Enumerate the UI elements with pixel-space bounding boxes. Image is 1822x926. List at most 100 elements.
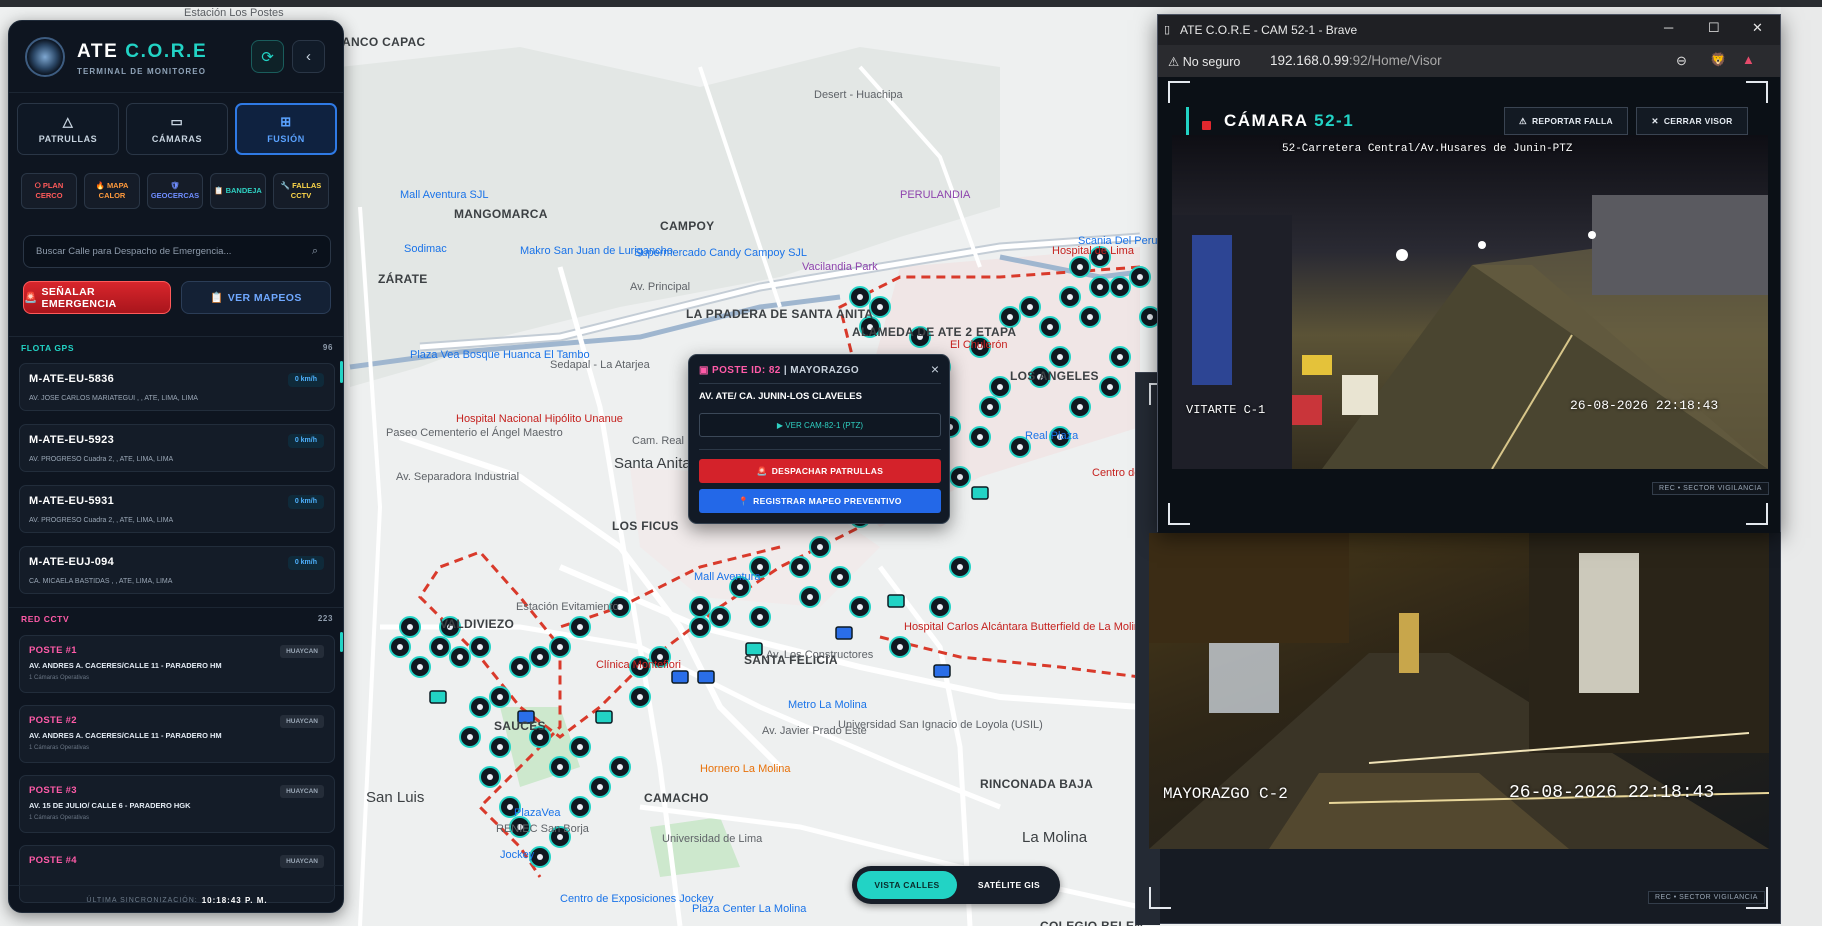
- camera-marker[interactable]: [929, 596, 951, 618]
- view-mappings-button[interactable]: 📋 VER MAPEOS: [181, 281, 331, 314]
- camera-marker[interactable]: [989, 376, 1011, 398]
- camera-marker[interactable]: [949, 556, 971, 578]
- fleet-vehicle-card[interactable]: M-ATE-EU-5923 0 km/h AV. PROGRESO Cuadra 2…: [19, 424, 335, 472]
- camera-marker[interactable]: [449, 646, 471, 668]
- camera-marker[interactable]: [809, 536, 831, 558]
- camera-marker[interactable]: [1109, 276, 1131, 298]
- camera-marker[interactable]: [409, 656, 431, 678]
- camera-video-feed[interactable]: MAYORAZGO C-2 26-08-2026 22:18:43: [1149, 533, 1769, 849]
- satellite-view-button[interactable]: SATÉLITE GIS: [962, 871, 1056, 899]
- camera-marker[interactable]: [749, 606, 771, 628]
- address-bar[interactable]: ⚠ No seguro 192.168.0.99:92/Home/Visor ⊖…: [1158, 45, 1780, 77]
- not-secure-indicator[interactable]: ⚠ No seguro: [1168, 54, 1240, 69]
- brave-shield-icon[interactable]: 🦁: [1710, 52, 1726, 68]
- camera-video-feed[interactable]: 52-Carretera Central/Av.Husares de Junin…: [1172, 135, 1768, 469]
- minimize-icon[interactable]: ─: [1664, 20, 1673, 35]
- camera-marker[interactable]: [429, 636, 451, 658]
- fleet-vehicle-card[interactable]: M-ATE-EU-5836 0 km/h AV. JOSE CARLOS MARIA…: [19, 363, 335, 411]
- search-input[interactable]: Buscar Calle para Despacho de Emergencia…: [23, 235, 331, 268]
- camera-marker[interactable]: [529, 646, 551, 668]
- url-text[interactable]: 192.168.0.99:92/Home/Visor: [1270, 53, 1442, 68]
- tool-chip[interactable]: 🔧 FALLAS CCTV: [273, 173, 329, 209]
- patrol-vehicle-marker[interactable]: [835, 626, 853, 640]
- cctv-scrollbar[interactable]: [340, 632, 343, 652]
- camera-marker[interactable]: [709, 606, 731, 628]
- camera-marker[interactable]: [1059, 286, 1081, 308]
- emergency-button[interactable]: 🚨 SEÑALAR EMERGENCIA: [23, 281, 171, 314]
- cctv-post-card[interactable]: POSTE #2 HUAYCAN AV. ANDRES A. CACERES/CAL…: [19, 705, 335, 763]
- camera-marker[interactable]: [969, 426, 991, 448]
- camera-marker[interactable]: [509, 656, 531, 678]
- patrol-vehicle-marker[interactable]: [697, 670, 715, 684]
- camera-marker[interactable]: [569, 796, 591, 818]
- camera-marker[interactable]: [999, 306, 1021, 328]
- camera-marker[interactable]: [1109, 346, 1131, 368]
- camera-marker[interactable]: [1039, 316, 1061, 338]
- camera-marker[interactable]: [979, 396, 1001, 418]
- camera-marker[interactable]: [589, 776, 611, 798]
- camera-marker[interactable]: [1129, 266, 1151, 288]
- cctv-post-card[interactable]: POSTE #1 HUAYCAN AV. ANDRES A. CACERES/CAL…: [19, 635, 335, 693]
- patrol-vehicle-marker[interactable]: [971, 486, 989, 500]
- camera-marker[interactable]: [689, 596, 711, 618]
- camera-marker[interactable]: [489, 686, 511, 708]
- camera-marker[interactable]: [389, 636, 411, 658]
- camera-marker[interactable]: [849, 286, 871, 308]
- camera-marker[interactable]: [1069, 396, 1091, 418]
- browser-window[interactable]: ▯ ATE C.O.R.E - CAM 52-1 - Brave ─ ☐ ✕ ⚠…: [1157, 14, 1781, 533]
- camera-marker[interactable]: [569, 736, 591, 758]
- dispatch-patrols-button[interactable]: 🚨 DESPACHAR PATRULLAS: [699, 459, 941, 483]
- camera-marker[interactable]: [459, 726, 481, 748]
- refresh-button[interactable]: ⟳: [251, 40, 284, 73]
- maximize-icon[interactable]: ☐: [1708, 20, 1720, 36]
- tool-chip[interactable]: 🛡 GEOCERCAS: [147, 173, 203, 209]
- street-view-button[interactable]: VISTA CALLES: [857, 871, 957, 899]
- browser-titlebar[interactable]: ▯ ATE C.O.R.E - CAM 52-1 - Brave ─ ☐ ✕: [1158, 15, 1780, 45]
- camera-marker[interactable]: [489, 736, 511, 758]
- camera-marker[interactable]: [799, 586, 821, 608]
- patrol-vehicle-marker[interactable]: [671, 670, 689, 684]
- camera-marker[interactable]: [1019, 296, 1041, 318]
- close-popup-icon[interactable]: ×: [931, 361, 939, 377]
- brave-rewards-icon[interactable]: ▲: [1742, 52, 1755, 67]
- camera-marker[interactable]: [549, 636, 571, 658]
- cctv-post-card[interactable]: POSTE #3 HUAYCAN AV. 15 DE JULIO/ CALLE 6 …: [19, 775, 335, 833]
- close-icon[interactable]: ✕: [1752, 20, 1763, 36]
- camera-marker[interactable]: [1079, 306, 1101, 328]
- camera-marker[interactable]: [849, 596, 871, 618]
- patrol-vehicle-marker[interactable]: [887, 594, 905, 608]
- fleet-scrollbar[interactable]: [340, 361, 343, 383]
- camera-marker[interactable]: [1049, 346, 1071, 368]
- patrol-vehicle-marker[interactable]: [595, 710, 613, 724]
- camera-marker[interactable]: [1089, 276, 1111, 298]
- patrol-vehicle-marker[interactable]: [429, 690, 447, 704]
- tool-chip[interactable]: 📋 BANDEJA: [210, 173, 266, 209]
- report-failure-button[interactable]: ⚠ REPORTAR FALLA: [1504, 107, 1628, 135]
- camera-marker[interactable]: [949, 466, 971, 488]
- camera-marker[interactable]: [469, 636, 491, 658]
- fleet-vehicle-card[interactable]: M-ATE-EUJ-094 0 km/h CA. MICAELA BASTIDAS …: [19, 546, 335, 594]
- tab-camaras[interactable]: ▭ CÁMARAS: [126, 103, 228, 155]
- tab-patrullas[interactable]: △ PATRULLAS: [17, 103, 119, 155]
- camera-marker[interactable]: [549, 756, 571, 778]
- fleet-vehicle-card[interactable]: M-ATE-EU-5931 0 km/h AV. PROGRESO Cuadra 2…: [19, 485, 335, 533]
- collapse-sidebar-button[interactable]: ‹: [292, 40, 325, 73]
- camera-marker[interactable]: [1069, 256, 1091, 278]
- camera-marker[interactable]: [829, 566, 851, 588]
- camera-marker[interactable]: [569, 616, 591, 638]
- tool-chip[interactable]: 🔥 MAPA CALOR: [84, 173, 140, 209]
- tab-fusion[interactable]: ⊞ FUSIÓN: [235, 103, 337, 155]
- camera-marker[interactable]: [789, 556, 811, 578]
- patrol-vehicle-marker[interactable]: [933, 664, 951, 678]
- camera-marker[interactable]: [1099, 376, 1121, 398]
- camera-marker[interactable]: [629, 686, 651, 708]
- camera-marker[interactable]: [479, 766, 501, 788]
- tool-chip[interactable]: ⭘ PLAN CERCO: [21, 173, 77, 209]
- camera-marker[interactable]: [609, 756, 631, 778]
- close-viewer-button[interactable]: ✕ CERRAR VISOR: [1636, 107, 1748, 135]
- camera-marker[interactable]: [469, 696, 491, 718]
- camera-marker[interactable]: [689, 616, 711, 638]
- camera-marker[interactable]: [889, 636, 911, 658]
- view-camera-button[interactable]: ▶ VER CAM-82-1 (PTZ): [699, 413, 941, 437]
- register-mapping-button[interactable]: 📍 REGISTRAR MAPEO PREVENTIVO: [699, 489, 941, 513]
